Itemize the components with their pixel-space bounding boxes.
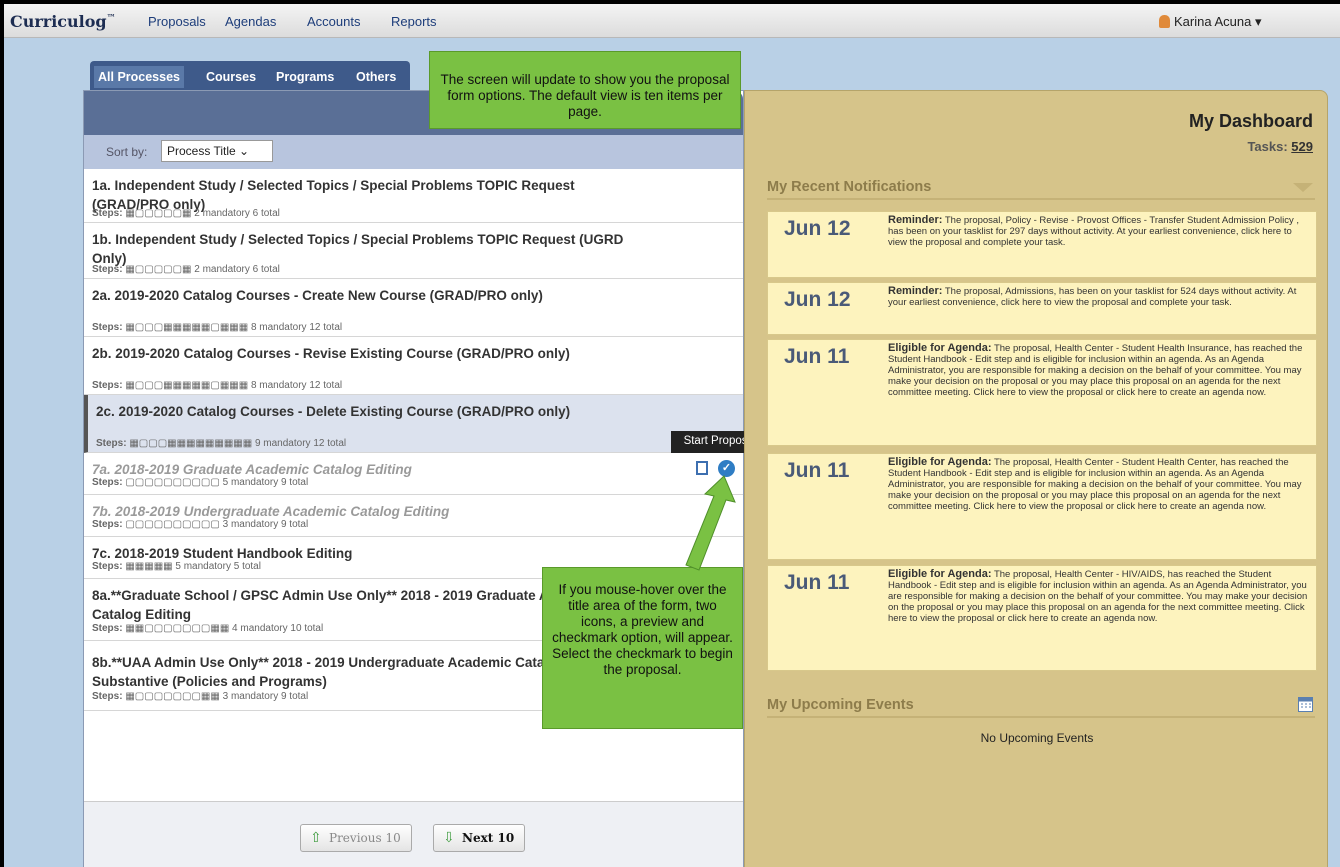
process-row-2a[interactable]: 2a. 2019-2020 Catalog Courses - Create N… — [84, 279, 743, 337]
process-title[interactable]: 1b. Independent Study / Selected Topics … — [92, 230, 652, 268]
tab-others[interactable]: Others — [352, 66, 400, 88]
process-steps: Steps: ▦▢▢▢▢▢▦ 2 mandatory 6 total — [92, 264, 280, 275]
process-steps: Steps: ▦▢▢▢▢▢▦ 2 mandatory 6 total — [92, 208, 280, 219]
pagination: ⇧ Previous 10 ⇩ Next 10 — [84, 801, 743, 867]
process-row-1b[interactable]: 1b. Independent Study / Selected Topics … — [84, 223, 743, 279]
process-steps: Steps: ▦▦▢▢▢▢▢▢▢▦▦ 4 mandatory 10 total — [92, 623, 324, 634]
sort-select[interactable]: Process Title ⌄ — [161, 140, 273, 162]
tasks-count: Tasks: 529 — [1247, 139, 1313, 154]
previous-page-button[interactable]: ⇧ Previous 10 — [300, 824, 412, 852]
tab-all-processes[interactable]: All Processes — [94, 66, 184, 88]
process-steps: Steps: ▦▢▢▢▦▦▦▦▦▢▦▦▦ 8 mandatory 12 tota… — [92, 322, 343, 333]
process-title[interactable]: 2b. 2019-2020 Catalog Courses - Revise E… — [92, 344, 652, 363]
user-menu[interactable]: Karina Acuna ▾ — [1159, 14, 1261, 30]
process-steps: Steps: ▢▢▢▢▢▢▢▢▢▢ 5 mandatory 9 total — [92, 477, 309, 488]
top-navigation: Curriculog™ Proposals Agendas Accounts R… — [4, 4, 1340, 38]
tasks-link[interactable]: 529 — [1291, 139, 1313, 154]
calendar-icon[interactable] — [1298, 697, 1313, 712]
next-page-button[interactable]: ⇩ Next 10 — [433, 824, 526, 852]
tab-programs[interactable]: Programs — [272, 66, 338, 88]
callout-bottom: If you mouse-hover over the title area o… — [542, 567, 743, 729]
process-row-1a[interactable]: 1a. Independent Study / Selected Topics … — [84, 169, 743, 223]
nav-accounts[interactable]: Accounts — [307, 14, 360, 29]
process-row-2b[interactable]: 2b. 2019-2020 Catalog Courses - Revise E… — [84, 337, 743, 395]
nav-proposals[interactable]: Proposals — [148, 14, 206, 29]
no-events-text: No Upcoming Events — [980, 731, 1094, 745]
nav-reports[interactable]: Reports — [391, 14, 437, 29]
arrow-down-icon: ⇩ — [443, 830, 455, 846]
notification-item[interactable]: Jun 11 Eligible for Agenda: The proposal… — [767, 339, 1317, 446]
notification-item[interactable]: Jun 11 Eligible for Agenda: The proposal… — [767, 565, 1317, 671]
process-steps: Steps: ▦▢▢▢▦▦▦▦▦▦▦▦▦ 9 mandatory 12 tota… — [96, 438, 347, 449]
dashboard-title: My Dashboard — [1188, 111, 1313, 131]
process-title[interactable]: 2a. 2019-2020 Catalog Courses - Create N… — [92, 286, 652, 305]
notifications-header: My Recent Notifications — [767, 176, 1315, 200]
collapse-arrow-icon[interactable] — [1293, 183, 1313, 193]
process-steps: Steps: ▢▢▢▢▢▢▢▢▢▢ 3 mandatory 9 total — [92, 519, 309, 530]
process-steps: Steps: ▦▢▢▢▢▢▢▢▦▦ 3 mandatory 9 total — [92, 691, 309, 702]
process-steps: Steps: ▦▦▦▦▦ 5 mandatory 5 total — [92, 561, 261, 572]
pointer-arrow-icon — [685, 475, 736, 571]
notification-item[interactable]: Jun 11 Eligible for Agenda: The proposal… — [767, 453, 1317, 560]
brand-logo[interactable]: Curriculog™ — [10, 12, 116, 31]
sort-label: Sort by: — [106, 145, 148, 159]
events-header: My Upcoming Events — [767, 694, 1315, 718]
callout-top: The screen will update to show you the p… — [429, 51, 741, 129]
notification-item[interactable]: Jun 12 Reminder: The proposal, Admission… — [767, 282, 1317, 335]
notification-item[interactable]: Jun 12 Reminder: The proposal, Policy - … — [767, 211, 1317, 278]
process-row-2c[interactable]: 2c. 2019-2020 Catalog Courses - Delete E… — [84, 395, 743, 453]
dashboard-panel: My Dashboard Tasks: 529 My Recent Notifi… — [744, 90, 1328, 867]
app-frame: Curriculog™ Proposals Agendas Accounts R… — [4, 4, 1340, 867]
user-icon — [1159, 15, 1170, 28]
sort-bar: Sort by: Process Title ⌄ — [84, 135, 743, 169]
process-steps: Steps: ▦▢▢▢▦▦▦▦▦▢▦▦▦ 8 mandatory 12 tota… — [92, 380, 343, 391]
tab-courses[interactable]: Courses — [202, 66, 260, 88]
arrow-up-icon: ⇧ — [310, 830, 322, 846]
nav-agendas[interactable]: Agendas — [225, 14, 276, 29]
process-title[interactable]: 2c. 2019-2020 Catalog Courses - Delete E… — [96, 402, 656, 421]
